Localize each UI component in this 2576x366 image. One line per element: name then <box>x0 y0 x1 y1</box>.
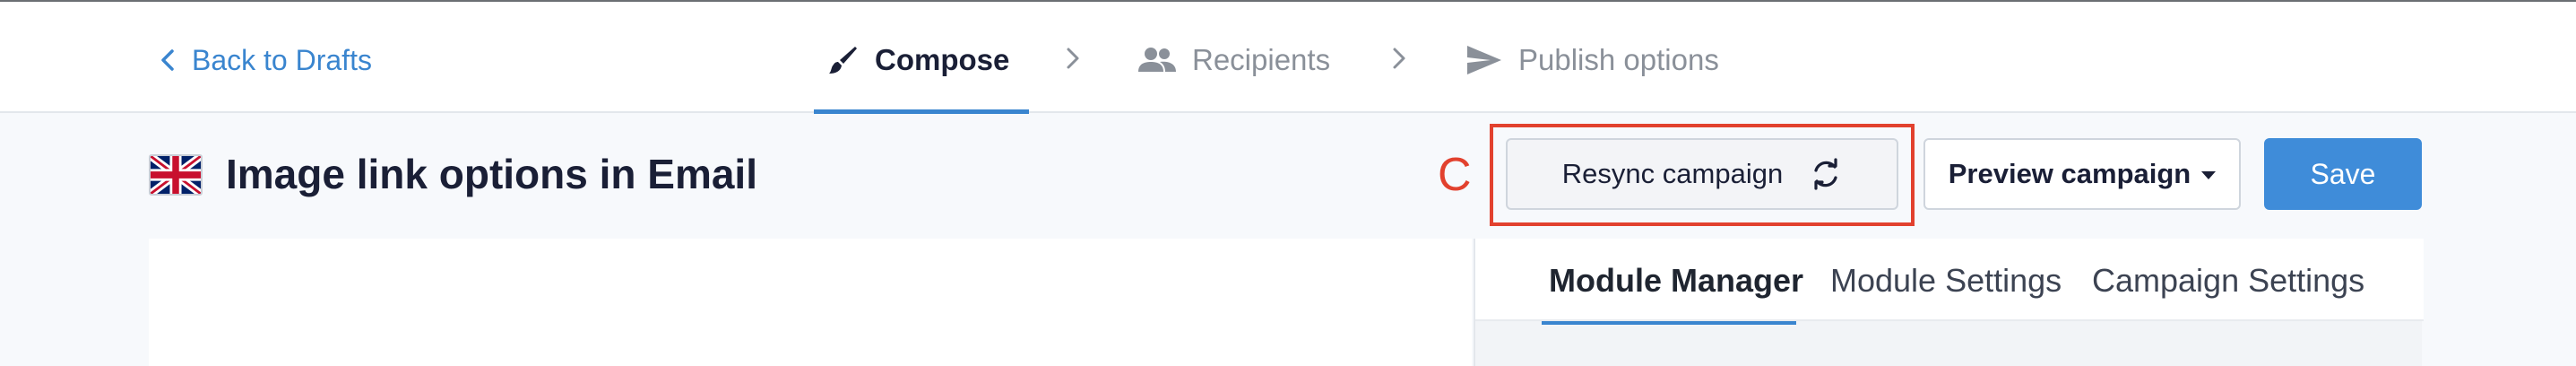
resync-campaign-button[interactable]: Resync campaign <box>1506 138 1898 210</box>
tab-module-settings[interactable]: Module Settings <box>1830 258 2062 303</box>
chevron-left-icon <box>161 49 174 71</box>
send-icon <box>1467 46 1501 74</box>
uk-flag-icon <box>149 154 203 196</box>
caret-down-icon <box>2201 170 2217 179</box>
annotation-label: C <box>1438 149 1472 201</box>
side-panel: Module Manager Module Settings Campaign … <box>1474 239 2424 366</box>
email-canvas[interactable] <box>149 239 1472 366</box>
step-publish-label: Publish options <box>1518 43 1719 76</box>
active-tab-indicator <box>1542 321 1796 325</box>
chevron-right-icon <box>1067 48 1079 69</box>
top-navigation: Back to Drafts Compose Recipients Publis… <box>0 0 2576 114</box>
step-recipients-label: Recipients <box>1192 43 1331 76</box>
tab-campaign-settings[interactable]: Campaign Settings <box>2092 258 2364 303</box>
active-step-indicator <box>814 109 1029 114</box>
step-compose-label: Compose <box>875 43 1010 76</box>
save-button[interactable]: Save <box>2264 138 2422 210</box>
preview-campaign-dropdown[interactable]: Preview campaign <box>1923 138 2241 210</box>
back-to-drafts-link[interactable]: Back to Drafts <box>158 38 372 83</box>
step-recipients[interactable]: Recipients <box>1138 29 1330 92</box>
step-compose[interactable]: Compose <box>826 29 1009 92</box>
campaign-title: Image link options in Email <box>226 151 757 197</box>
resync-label: Resync campaign <box>1561 158 1784 189</box>
campaign-editor: Back to Drafts Compose Recipients Publis… <box>0 0 2576 366</box>
sync-icon <box>1814 158 1837 190</box>
people-icon <box>1138 48 1176 72</box>
tab-module-manager[interactable]: Module Manager <box>1549 258 1803 303</box>
panel-tabs: Module Manager Module Settings Campaign … <box>1475 239 2424 325</box>
step-publish-options[interactable]: Publish options <box>1466 29 1719 92</box>
back-label: Back to Drafts <box>192 43 372 76</box>
preview-label: Preview campaign <box>1948 158 2191 189</box>
brush-icon <box>829 47 857 74</box>
chevron-right-icon <box>1393 48 1405 69</box>
